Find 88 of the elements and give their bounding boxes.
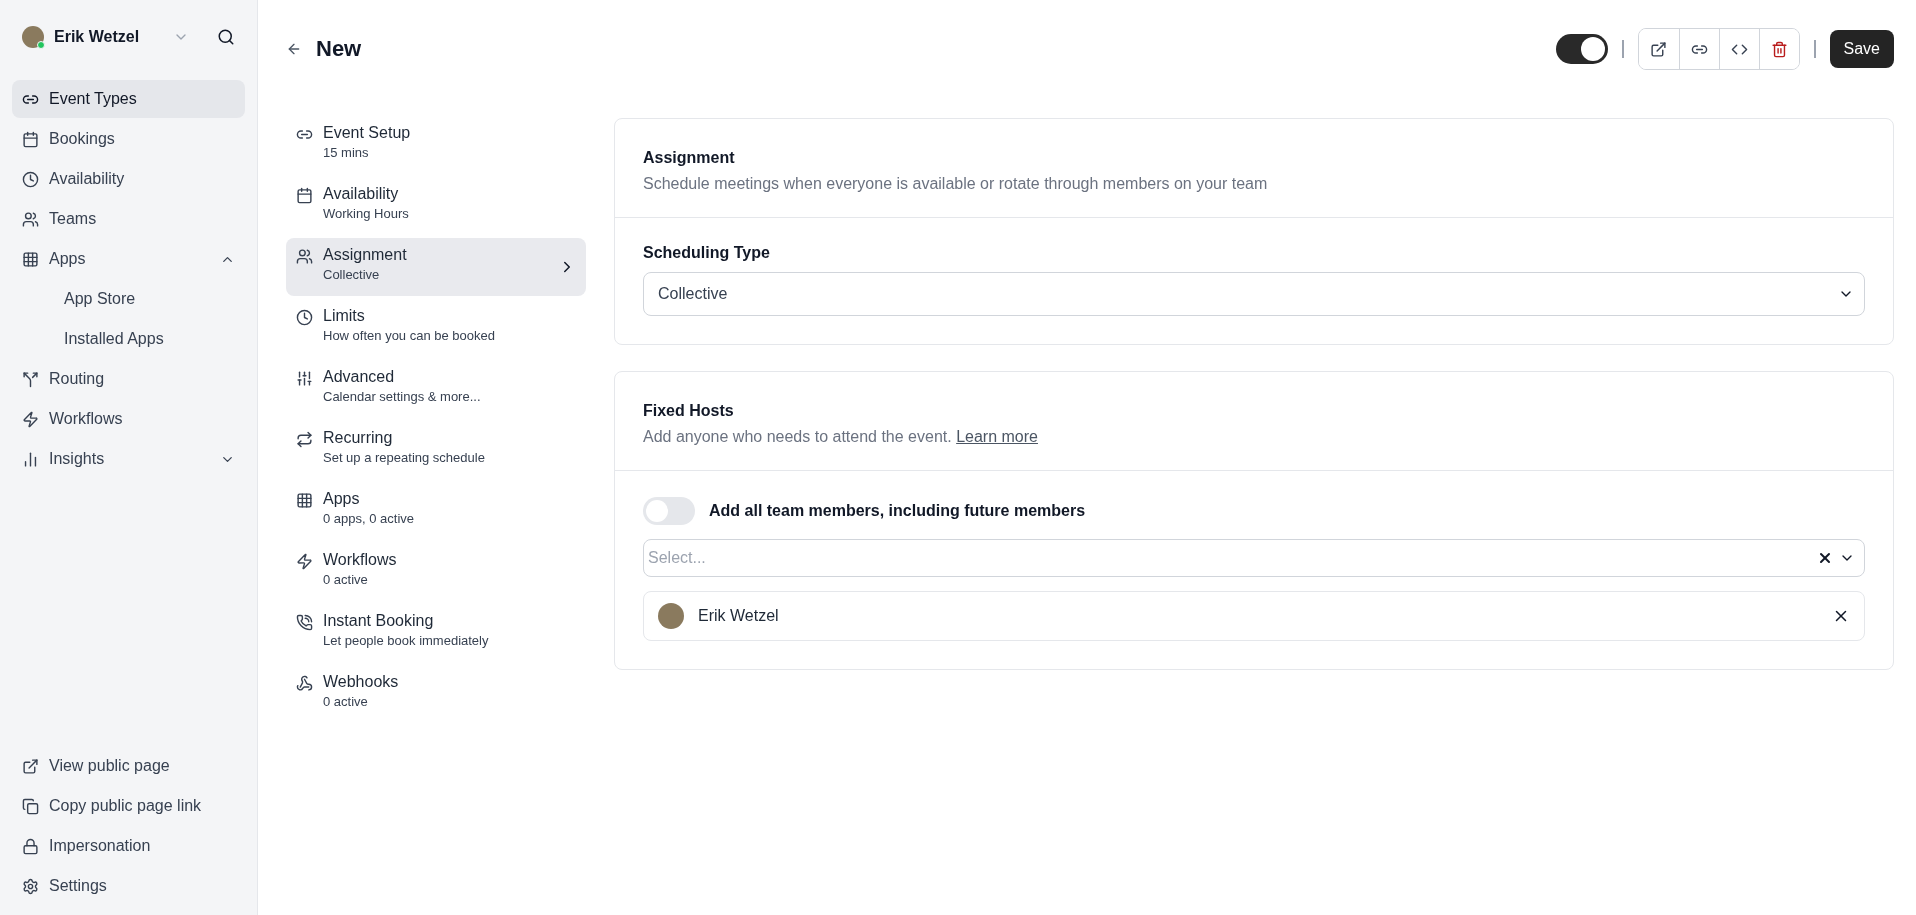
sliders-icon bbox=[296, 370, 313, 387]
split-icon bbox=[22, 370, 39, 388]
toggle-label: Add all team members, including future members bbox=[709, 502, 1086, 520]
section-title: Fixed Hosts bbox=[643, 402, 735, 420]
delete-button[interactable] bbox=[1758, 29, 1799, 69]
chart-icon bbox=[22, 450, 39, 468]
event-nav-item[interactable]: Workflows 0 active bbox=[286, 543, 586, 601]
external-link-icon bbox=[22, 757, 39, 775]
sidebar-subitem[interactable]: Installed Apps bbox=[12, 320, 245, 358]
event-nav-item[interactable]: Assignment Collective bbox=[286, 238, 586, 296]
event-nav-item[interactable]: Recurring Set up a repeating schedule bbox=[286, 421, 586, 479]
grid-icon bbox=[296, 492, 313, 509]
nav-item-subtitle: Let people book immediately bbox=[323, 633, 490, 648]
section-description: Schedule meetings when everyone is available or rotate through members on your team bbox=[643, 175, 1269, 193]
external-link-icon bbox=[1650, 40, 1668, 58]
page-title: New bbox=[316, 36, 363, 62]
settings-icon bbox=[22, 877, 39, 895]
host-name: Erik Wetzel bbox=[698, 607, 780, 625]
nav-item-title: Event Setup bbox=[323, 124, 412, 142]
nav-item-subtitle: Collective bbox=[323, 267, 381, 282]
users-icon bbox=[22, 210, 39, 228]
nav-item-title: Webhooks bbox=[323, 673, 400, 691]
calendar-icon bbox=[22, 130, 39, 148]
sidebar-item[interactable]: Availability bbox=[12, 160, 245, 198]
search-icon[interactable] bbox=[217, 28, 235, 46]
sidebar-footer-item[interactable]: Copy public page link bbox=[12, 787, 245, 825]
nav-item-title: Instant Booking bbox=[323, 612, 435, 630]
sidebar-item[interactable]: Routing bbox=[12, 360, 245, 398]
online-status-dot bbox=[37, 41, 45, 49]
sidebar-item[interactable]: Bookings bbox=[12, 120, 245, 158]
clock-icon bbox=[296, 309, 313, 326]
nav-item-title: Advanced bbox=[323, 368, 396, 386]
scheduling-type-select[interactable]: Collective bbox=[643, 272, 1865, 316]
nav-item-subtitle: Calendar settings & more... bbox=[323, 389, 482, 404]
nav-item-title: Recurring bbox=[323, 429, 394, 447]
users-icon bbox=[296, 248, 313, 265]
nav-item-subtitle: 15 mins bbox=[323, 145, 370, 160]
sidebar-footer-item[interactable]: Impersonation bbox=[12, 827, 245, 865]
nav-item-subtitle: Working Hours bbox=[323, 206, 410, 221]
sidebar-item[interactable]: Apps bbox=[12, 240, 245, 278]
nav-item-subtitle: 0 active bbox=[323, 572, 369, 587]
grid-icon bbox=[22, 250, 39, 268]
nav-item-title: Apps bbox=[323, 490, 361, 508]
nav-item-subtitle: How often you can be booked bbox=[323, 328, 496, 343]
nav-item-subtitle: Set up a repeating schedule bbox=[323, 450, 486, 465]
nav-item-title: Limits bbox=[323, 307, 366, 325]
avatar bbox=[22, 26, 44, 48]
sidebar-item[interactable]: Teams bbox=[12, 200, 245, 238]
hosts-select-field[interactable]: Select... bbox=[643, 539, 1865, 577]
sidebar-footer-item[interactable]: View public page bbox=[12, 747, 245, 785]
toggle-switch[interactable] bbox=[643, 497, 695, 525]
section-title: Assignment bbox=[643, 149, 736, 167]
nav-item-subtitle: 0 apps, 0 active bbox=[323, 511, 416, 526]
lightning-icon bbox=[296, 553, 313, 570]
user-name[interactable]: Erik Wetzel bbox=[54, 28, 163, 46]
event-nav-item[interactable]: Apps 0 apps, 0 active bbox=[286, 482, 586, 540]
copy-icon bbox=[22, 797, 39, 815]
sidebar-footer-item[interactable]: Settings bbox=[12, 867, 245, 905]
repeat-icon bbox=[296, 431, 313, 448]
trash-icon bbox=[1770, 40, 1788, 58]
event-nav-item[interactable]: Advanced Calendar settings & more... bbox=[286, 360, 586, 418]
phone-icon bbox=[296, 614, 313, 631]
event-nav-item[interactable]: Instant Booking Let people book immediately bbox=[286, 604, 586, 662]
event-nav-item[interactable]: Availability Working Hours bbox=[286, 177, 586, 235]
clear-icon[interactable] bbox=[1817, 550, 1833, 566]
sidebar-subitem[interactable]: App Store bbox=[12, 280, 245, 318]
lock-icon bbox=[22, 837, 39, 855]
save-button[interactable]: Save bbox=[1829, 30, 1894, 68]
nav-item-title: Assignment bbox=[323, 246, 408, 264]
event-nav-item[interactable]: Limits How often you can be booked bbox=[286, 299, 586, 357]
field-label: Scheduling Type bbox=[643, 244, 771, 262]
back-arrow-icon[interactable] bbox=[286, 41, 302, 57]
nav-item-subtitle: 0 active bbox=[323, 694, 369, 709]
nav-item-title: Availability bbox=[323, 185, 400, 203]
learn-more-link[interactable]: Learn more bbox=[956, 428, 1038, 445]
sidebar-item[interactable]: Event Types bbox=[12, 80, 245, 118]
sidebar-item[interactable]: Workflows bbox=[12, 400, 245, 438]
event-nav-item[interactable]: Event Setup 15 mins bbox=[286, 116, 586, 174]
clock-icon bbox=[22, 170, 39, 188]
webhook-icon bbox=[296, 675, 313, 692]
sidebar-item[interactable]: Insights bbox=[12, 440, 245, 478]
section-description: Add anyone who needs to attend the event. Learn more bbox=[643, 428, 1039, 446]
lightning-icon bbox=[22, 410, 39, 428]
calendar-icon bbox=[296, 187, 313, 204]
toggle-switch[interactable] bbox=[1555, 34, 1608, 64]
nav-item-title: Workflows bbox=[323, 551, 398, 569]
avatar bbox=[658, 603, 684, 629]
event-nav-item[interactable]: Webhooks 0 active bbox=[286, 665, 586, 723]
